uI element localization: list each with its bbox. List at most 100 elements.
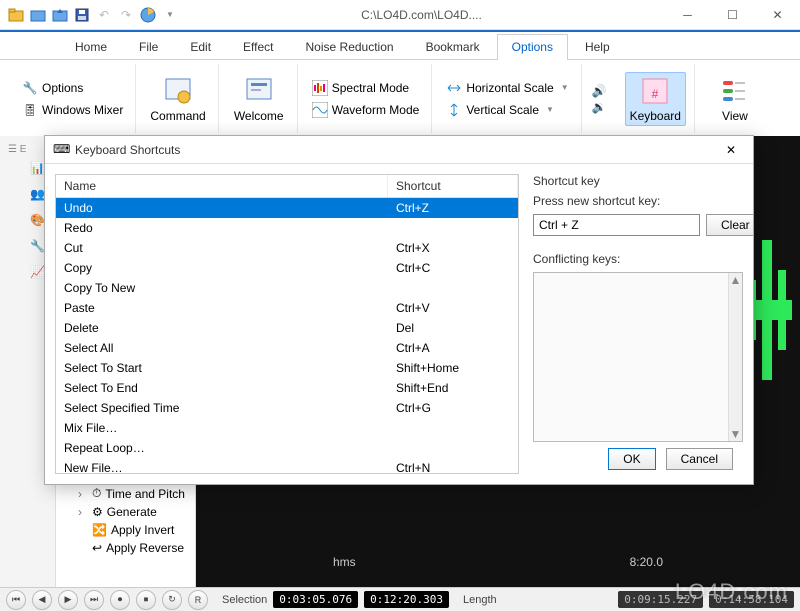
speaker-remove-icon[interactable]: 🔉 xyxy=(592,100,607,114)
qat-import-icon[interactable] xyxy=(52,7,68,23)
spectral-mode-button[interactable]: Spectral Mode xyxy=(308,78,424,98)
tab-effect[interactable]: Effect xyxy=(228,34,288,59)
transport-last-button[interactable]: ⏺ xyxy=(110,590,130,610)
qat-open-icon[interactable] xyxy=(8,7,24,23)
row-shortcut xyxy=(388,218,518,238)
command-label: Command xyxy=(150,109,205,123)
shortcut-input[interactable] xyxy=(533,214,700,236)
welcome-button[interactable]: Welcome xyxy=(229,73,289,125)
qat-undo-icon[interactable]: ↶ xyxy=(96,7,112,23)
keyboard-button[interactable]: # Keyboard xyxy=(625,72,686,126)
dialog-close-button[interactable]: ✕ xyxy=(717,139,745,161)
conflicting-list[interactable]: ▲▼ xyxy=(533,272,743,442)
tree-item[interactable]: ›⏱ Time and Pitch xyxy=(56,484,195,503)
welcome-icon xyxy=(243,75,275,107)
list-row[interactable]: CutCtrl+X xyxy=(56,238,518,258)
conflicting-label: Conflicting keys: xyxy=(533,252,743,266)
list-row[interactable]: Copy To New xyxy=(56,278,518,298)
list-row[interactable]: New File…Ctrl+N xyxy=(56,458,518,474)
waveform-label: Waveform Mode xyxy=(332,103,420,117)
horizontal-scale-button[interactable]: Horizontal Scale▼ xyxy=(442,78,572,98)
list-row[interactable]: Select To EndShift+End xyxy=(56,378,518,398)
view-icon xyxy=(719,75,751,107)
list-row[interactable]: Select Specified TimeCtrl+G xyxy=(56,398,518,418)
list-row[interactable]: DeleteDel xyxy=(56,318,518,338)
transport-loop-button[interactable]: ↻ xyxy=(162,590,182,610)
row-shortcut: Ctrl+X xyxy=(388,238,518,258)
view-button[interactable]: View xyxy=(705,73,765,125)
list-row[interactable]: Redo xyxy=(56,218,518,238)
row-name: Cut xyxy=(56,238,388,258)
list-row[interactable]: Mix File… xyxy=(56,418,518,438)
list-row[interactable]: Repeat Loop… xyxy=(56,438,518,458)
vertical-scale-button[interactable]: Vertical Scale ▼ xyxy=(442,100,572,120)
transport-record-button[interactable]: R xyxy=(188,590,208,610)
cancel-button[interactable]: Cancel xyxy=(666,448,733,470)
vscale-label: Vertical Scale xyxy=(466,103,539,117)
ribbon-tabs: Home File Edit Effect Noise Reduction Bo… xyxy=(0,32,800,60)
list-row[interactable]: UndoCtrl+Z xyxy=(56,198,518,218)
tab-options[interactable]: Options xyxy=(497,34,568,59)
tab-home[interactable]: Home xyxy=(60,34,122,59)
dialog-titlebar[interactable]: ⌨ Keyboard Shortcuts ✕ xyxy=(45,136,753,164)
ok-button[interactable]: OK xyxy=(608,448,655,470)
tab-help[interactable]: Help xyxy=(570,34,625,59)
shortcuts-list[interactable]: Name Shortcut UndoCtrl+ZRedoCutCtrl+XCop… xyxy=(55,174,519,474)
options-label: Options xyxy=(42,81,83,95)
qat-open2-icon[interactable] xyxy=(30,7,46,23)
wrench-icon: 🔧 xyxy=(22,80,38,96)
row-shortcut: Ctrl+C xyxy=(388,258,518,278)
col-shortcut-header[interactable]: Shortcut xyxy=(388,175,518,197)
tree-item[interactable]: 🔀 Apply Invert xyxy=(56,521,195,539)
command-button[interactable]: Command xyxy=(146,73,209,125)
tree-item[interactable]: ›⚙ Generate xyxy=(56,503,195,521)
row-name: Redo xyxy=(56,218,388,238)
tab-bookmark[interactable]: Bookmark xyxy=(411,34,495,59)
transport-fwd-button[interactable]: ⏭ xyxy=(84,590,104,610)
length-label: Length xyxy=(463,594,497,606)
tree-label: Time and Pitch xyxy=(105,487,185,501)
col-name-header[interactable]: Name xyxy=(56,175,388,197)
list-row[interactable]: Select To StartShift+Home xyxy=(56,358,518,378)
row-shortcut: Ctrl+V xyxy=(388,298,518,318)
command-icon xyxy=(162,75,194,107)
transport-play-button[interactable]: ▶ xyxy=(58,590,78,610)
maximize-button[interactable]: ☐ xyxy=(710,0,755,30)
tab-edit[interactable]: Edit xyxy=(175,34,226,59)
row-shortcut: Ctrl+G xyxy=(388,398,518,418)
tree-item[interactable]: ↩ Apply Reverse xyxy=(56,539,195,557)
close-button[interactable]: ✕ xyxy=(755,0,800,30)
qat-dropdown-icon[interactable]: ▼ xyxy=(162,7,178,23)
tab-file[interactable]: File xyxy=(124,34,173,59)
tab-noise-reduction[interactable]: Noise Reduction xyxy=(291,34,409,59)
waveform-mode-button[interactable]: Waveform Mode xyxy=(308,100,424,120)
vscale-icon xyxy=(446,102,462,118)
hscale-label: Horizontal Scale xyxy=(466,81,553,95)
transport-rew-button[interactable]: ◀ xyxy=(32,590,52,610)
spectral-icon xyxy=(312,80,328,96)
ribbon: 🔧Options 🎚Windows Mixer Command Welcome … xyxy=(0,60,800,138)
list-row[interactable]: CopyCtrl+C xyxy=(56,258,518,278)
dialog-title: Keyboard Shortcuts xyxy=(75,143,717,157)
options-button[interactable]: 🔧 Options xyxy=(18,78,127,98)
scrollbar[interactable]: ▲▼ xyxy=(728,273,742,441)
list-row[interactable]: Select AllCtrl+A xyxy=(56,338,518,358)
tree-label: Apply Reverse xyxy=(106,541,184,555)
window-controls: ─ ☐ ✕ xyxy=(665,0,800,30)
qat-help-icon[interactable] xyxy=(140,7,156,23)
qat-redo-icon[interactable]: ↷ xyxy=(118,7,134,23)
quick-access-toolbar: ↶ ↷ ▼ xyxy=(0,7,178,23)
windows-mixer-button[interactable]: 🎚Windows Mixer xyxy=(18,100,127,120)
speaker-add-icon[interactable]: 🔊 xyxy=(592,84,607,98)
transport-stop-button[interactable]: ⏹ xyxy=(136,590,156,610)
list-row[interactable]: PasteCtrl+V xyxy=(56,298,518,318)
qat-save-icon[interactable] xyxy=(74,7,90,23)
clear-button[interactable]: Clear xyxy=(706,214,753,236)
svg-text:#: # xyxy=(652,87,659,101)
dropdown-icon: ▼ xyxy=(546,105,554,114)
transport-first-button[interactable]: ⏮ xyxy=(6,590,26,610)
keyboard-label: Keyboard xyxy=(630,109,681,123)
window-title: C:\LO4D.com\LO4D.... xyxy=(178,8,665,22)
tree-label: Apply Invert xyxy=(111,523,174,537)
minimize-button[interactable]: ─ xyxy=(665,0,710,30)
